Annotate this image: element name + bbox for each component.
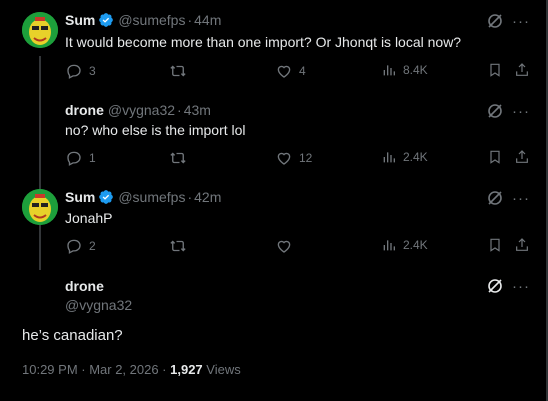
views-count: 8.4K (403, 63, 428, 77)
reply-icon (65, 237, 83, 255)
verified-badge-icon (98, 189, 114, 205)
main-post-top-actions: ··· (486, 277, 530, 295)
grok-icon[interactable] (486, 277, 504, 295)
display-name[interactable]: Sum (65, 189, 95, 205)
repost-button[interactable] (169, 62, 193, 80)
separator-dot: · (187, 12, 193, 28)
views-button[interactable]: 8.4K (381, 62, 428, 78)
views-icon (381, 237, 397, 253)
reply-count: 3 (89, 64, 96, 78)
more-icon[interactable]: ··· (512, 104, 530, 119)
bookmark-icon (487, 62, 503, 78)
main-post-handle[interactable]: @vygna32 (65, 297, 132, 313)
action-bar: 1 12 2.4K (65, 149, 530, 167)
thread-line (39, 234, 41, 270)
reply-header: Sum @sumefps · 44m (65, 12, 221, 28)
views-count: 2.4K (403, 238, 428, 252)
reply-icon (65, 62, 83, 80)
avatar[interactable] (22, 189, 58, 225)
like-icon (275, 62, 293, 80)
like-icon (275, 149, 293, 167)
grok-icon[interactable] (486, 189, 504, 207)
like-button[interactable]: 12 (275, 149, 312, 167)
reply-count: 1 (89, 151, 96, 165)
display-name[interactable]: Sum (65, 12, 95, 28)
reply-button[interactable]: 3 (65, 62, 96, 80)
more-icon[interactable]: ··· (512, 279, 530, 294)
like-icon (275, 237, 293, 255)
main-post-views-count: 1,927 (170, 362, 203, 377)
repost-button[interactable] (169, 237, 193, 255)
reply-count: 2 (89, 239, 96, 253)
reply-icon (65, 149, 83, 167)
views-count: 2.4K (403, 150, 428, 164)
handle[interactable]: @vygna32 (108, 102, 175, 118)
reply-text: no? who else is the import lol (65, 122, 246, 138)
share-button[interactable] (514, 149, 530, 165)
bookmark-button[interactable] (487, 237, 503, 253)
reply-text: JonahP (65, 210, 113, 226)
reply-header: Sum @sumefps · 42m (65, 189, 221, 205)
action-bar: 3 4 8.4K (65, 62, 530, 80)
grok-icon[interactable] (486, 12, 504, 30)
views-button[interactable]: 2.4K (381, 149, 428, 165)
more-icon[interactable]: ··· (512, 191, 530, 206)
action-bar: 2 2.4K (65, 237, 530, 255)
reply-text: It would become more than one import? Or… (65, 34, 462, 50)
separator-dot: · (187, 189, 193, 205)
repost-icon (169, 149, 187, 167)
bookmark-icon (487, 237, 503, 253)
timestamp[interactable]: 44m (194, 12, 221, 28)
like-button[interactable]: 4 (275, 62, 306, 80)
bookmark-button[interactable] (487, 149, 503, 165)
main-post-timestamp[interactable]: 10:29 PM · Mar 2, 2026 · (22, 362, 170, 377)
share-icon (514, 62, 530, 78)
main-post-display-name[interactable]: drone (65, 278, 104, 294)
display-name[interactable]: drone (65, 102, 104, 118)
more-icon[interactable]: ··· (512, 14, 530, 29)
avatar[interactable] (22, 12, 58, 48)
repost-icon (169, 62, 187, 80)
like-count: 12 (299, 151, 313, 165)
share-button[interactable] (514, 237, 530, 253)
verified-badge-icon (98, 12, 114, 28)
repost-button[interactable] (169, 149, 193, 167)
timestamp[interactable]: 42m (194, 189, 221, 205)
bookmark-icon (487, 149, 503, 165)
reply-header: drone @vygna32 · 43m (65, 102, 211, 118)
handle[interactable]: @sumefps (118, 189, 185, 205)
bookmark-button[interactable] (487, 62, 503, 78)
reply-top-actions: ··· (486, 12, 530, 30)
conversation-view: Sum @sumefps · 44m ··· It would become m… (0, 0, 548, 401)
reply-top-actions: ··· (486, 102, 530, 120)
share-icon (514, 149, 530, 165)
main-post-views-label: Views (202, 362, 241, 377)
repost-icon (169, 237, 187, 255)
main-post-meta: 10:29 PM · Mar 2, 2026 · 1,927 Views (22, 362, 241, 377)
reply-top-actions: ··· (486, 189, 530, 207)
views-icon (381, 149, 397, 165)
views-icon (381, 62, 397, 78)
separator-dot: · (177, 102, 182, 118)
like-count: 4 (299, 64, 306, 78)
grok-icon[interactable] (486, 102, 504, 120)
share-button[interactable] (514, 62, 530, 78)
reply-button[interactable]: 2 (65, 237, 96, 255)
main-post-text: he’s canadian? (22, 327, 123, 344)
share-icon (514, 237, 530, 253)
like-button[interactable] (275, 237, 299, 255)
handle[interactable]: @sumefps (118, 12, 185, 28)
timestamp[interactable]: 43m (184, 102, 211, 118)
reply-button[interactable]: 1 (65, 149, 96, 167)
views-button[interactable]: 2.4K (381, 237, 428, 253)
